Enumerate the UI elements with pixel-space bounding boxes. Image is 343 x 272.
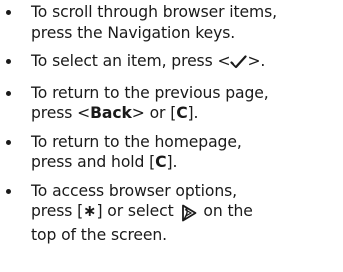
instruction-list: To scroll through browser items, press t… — [0, 2, 343, 253]
c-key-label: C — [155, 153, 167, 171]
list-item-options: To access browser options, press [∗] or … — [0, 181, 343, 246]
star-key-label: ∗ — [83, 201, 97, 220]
c-key-label: C — [176, 104, 188, 122]
scroll-instruction-line2: press the Navigation keys. — [31, 23, 236, 42]
homepage-instruction-end: ]. — [166, 153, 178, 171]
list-item-homepage: To return to the homepage, press and hol… — [0, 132, 343, 173]
options-instruction-line1: To access browser options, — [31, 181, 238, 200]
list-item-back: To return to the previous page, press <B… — [0, 83, 343, 124]
homepage-instruction-line1: To return to the homepage, — [31, 132, 242, 151]
options-instruction-mid: ] or select — [96, 202, 174, 220]
browser-options-icon — [179, 203, 199, 225]
list-item-scroll: To scroll through browser items, press t… — [0, 2, 343, 43]
homepage-instruction-pre: press and hold [ — [31, 153, 156, 171]
checkmark-softkey-icon — [230, 54, 248, 75]
select-instruction-suffix: >. — [247, 52, 266, 70]
scroll-instruction-line1: To scroll through browser items, — [31, 3, 277, 21]
select-instruction-prefix: To select an item, press < — [31, 52, 231, 70]
options-instruction-line3: top of the screen. — [31, 225, 168, 244]
options-instruction-pre: press [ — [31, 202, 84, 220]
list-item-select: To select an item, press < >. — [0, 51, 343, 75]
back-instruction-line1: To return to the previous page, — [31, 83, 269, 102]
back-instruction-pre: press < — [31, 104, 91, 122]
options-instruction-post-icon: on the — [203, 202, 253, 220]
back-key-label: Back — [90, 104, 132, 122]
back-instruction-mid: > or [ — [131, 104, 177, 122]
back-instruction-end: ]. — [187, 104, 199, 122]
